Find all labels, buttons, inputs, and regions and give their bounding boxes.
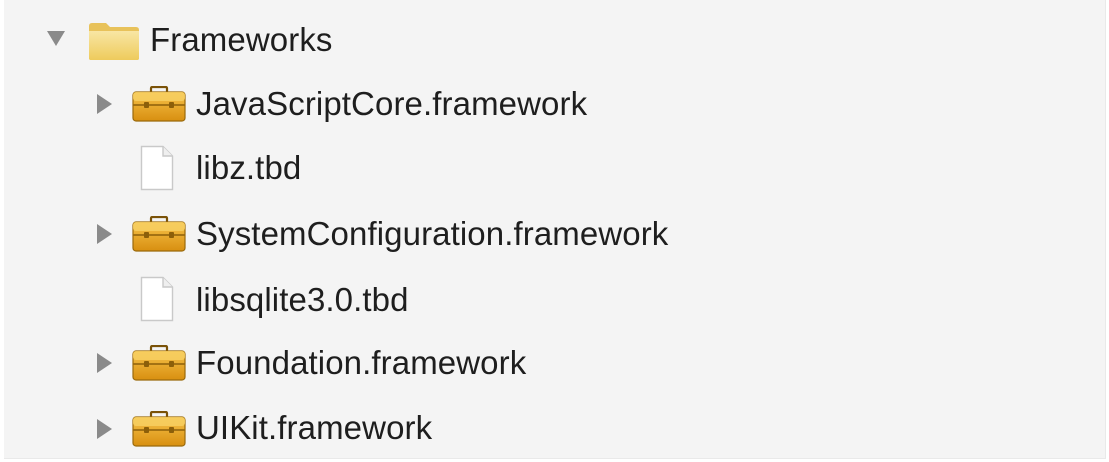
tree-row-systemconfiguration[interactable]: SystemConfiguration.framework — [196, 204, 668, 264]
tree-row-frameworks[interactable]: Frameworks — [150, 10, 333, 70]
disclosure-triangle-expanded-icon[interactable] — [46, 27, 66, 49]
file-icon — [140, 276, 174, 322]
tree-item-label: SystemConfiguration.framework — [196, 215, 669, 252]
tree-row-foundation[interactable]: Foundation.framework — [196, 333, 526, 393]
tree-item-label: libz.tbd — [196, 149, 302, 186]
tree-item-label: Frameworks — [150, 21, 333, 58]
tree-row-libz[interactable]: libz.tbd — [196, 138, 301, 198]
toolbox-icon — [132, 86, 186, 122]
toolbox-icon — [132, 411, 186, 447]
disclosure-triangle-collapsed-icon[interactable] — [94, 418, 114, 440]
tree-row-javascriptcore[interactable]: JavaScriptCore.framework — [196, 74, 587, 134]
file-icon — [140, 145, 174, 191]
disclosure-triangle-collapsed-icon[interactable] — [94, 352, 114, 374]
tree-item-label: UIKit.framework — [196, 409, 433, 446]
toolbox-icon — [132, 216, 186, 252]
tree-item-label: libsqlite3.0.tbd — [196, 281, 409, 318]
disclosure-triangle-collapsed-icon[interactable] — [94, 223, 114, 245]
tree-item-label: Foundation.framework — [196, 344, 527, 381]
folder-icon — [89, 23, 139, 60]
tree-row-uikit[interactable]: UIKit.framework — [196, 398, 432, 458]
tree-row-libsqlite[interactable]: libsqlite3.0.tbd — [196, 270, 409, 330]
file-navigator-panel: Frameworks JavaScriptCore.framework libz… — [4, 0, 1106, 459]
toolbox-icon — [132, 345, 186, 381]
disclosure-triangle-collapsed-icon[interactable] — [94, 93, 114, 115]
tree-item-label: JavaScriptCore.framework — [196, 85, 588, 122]
